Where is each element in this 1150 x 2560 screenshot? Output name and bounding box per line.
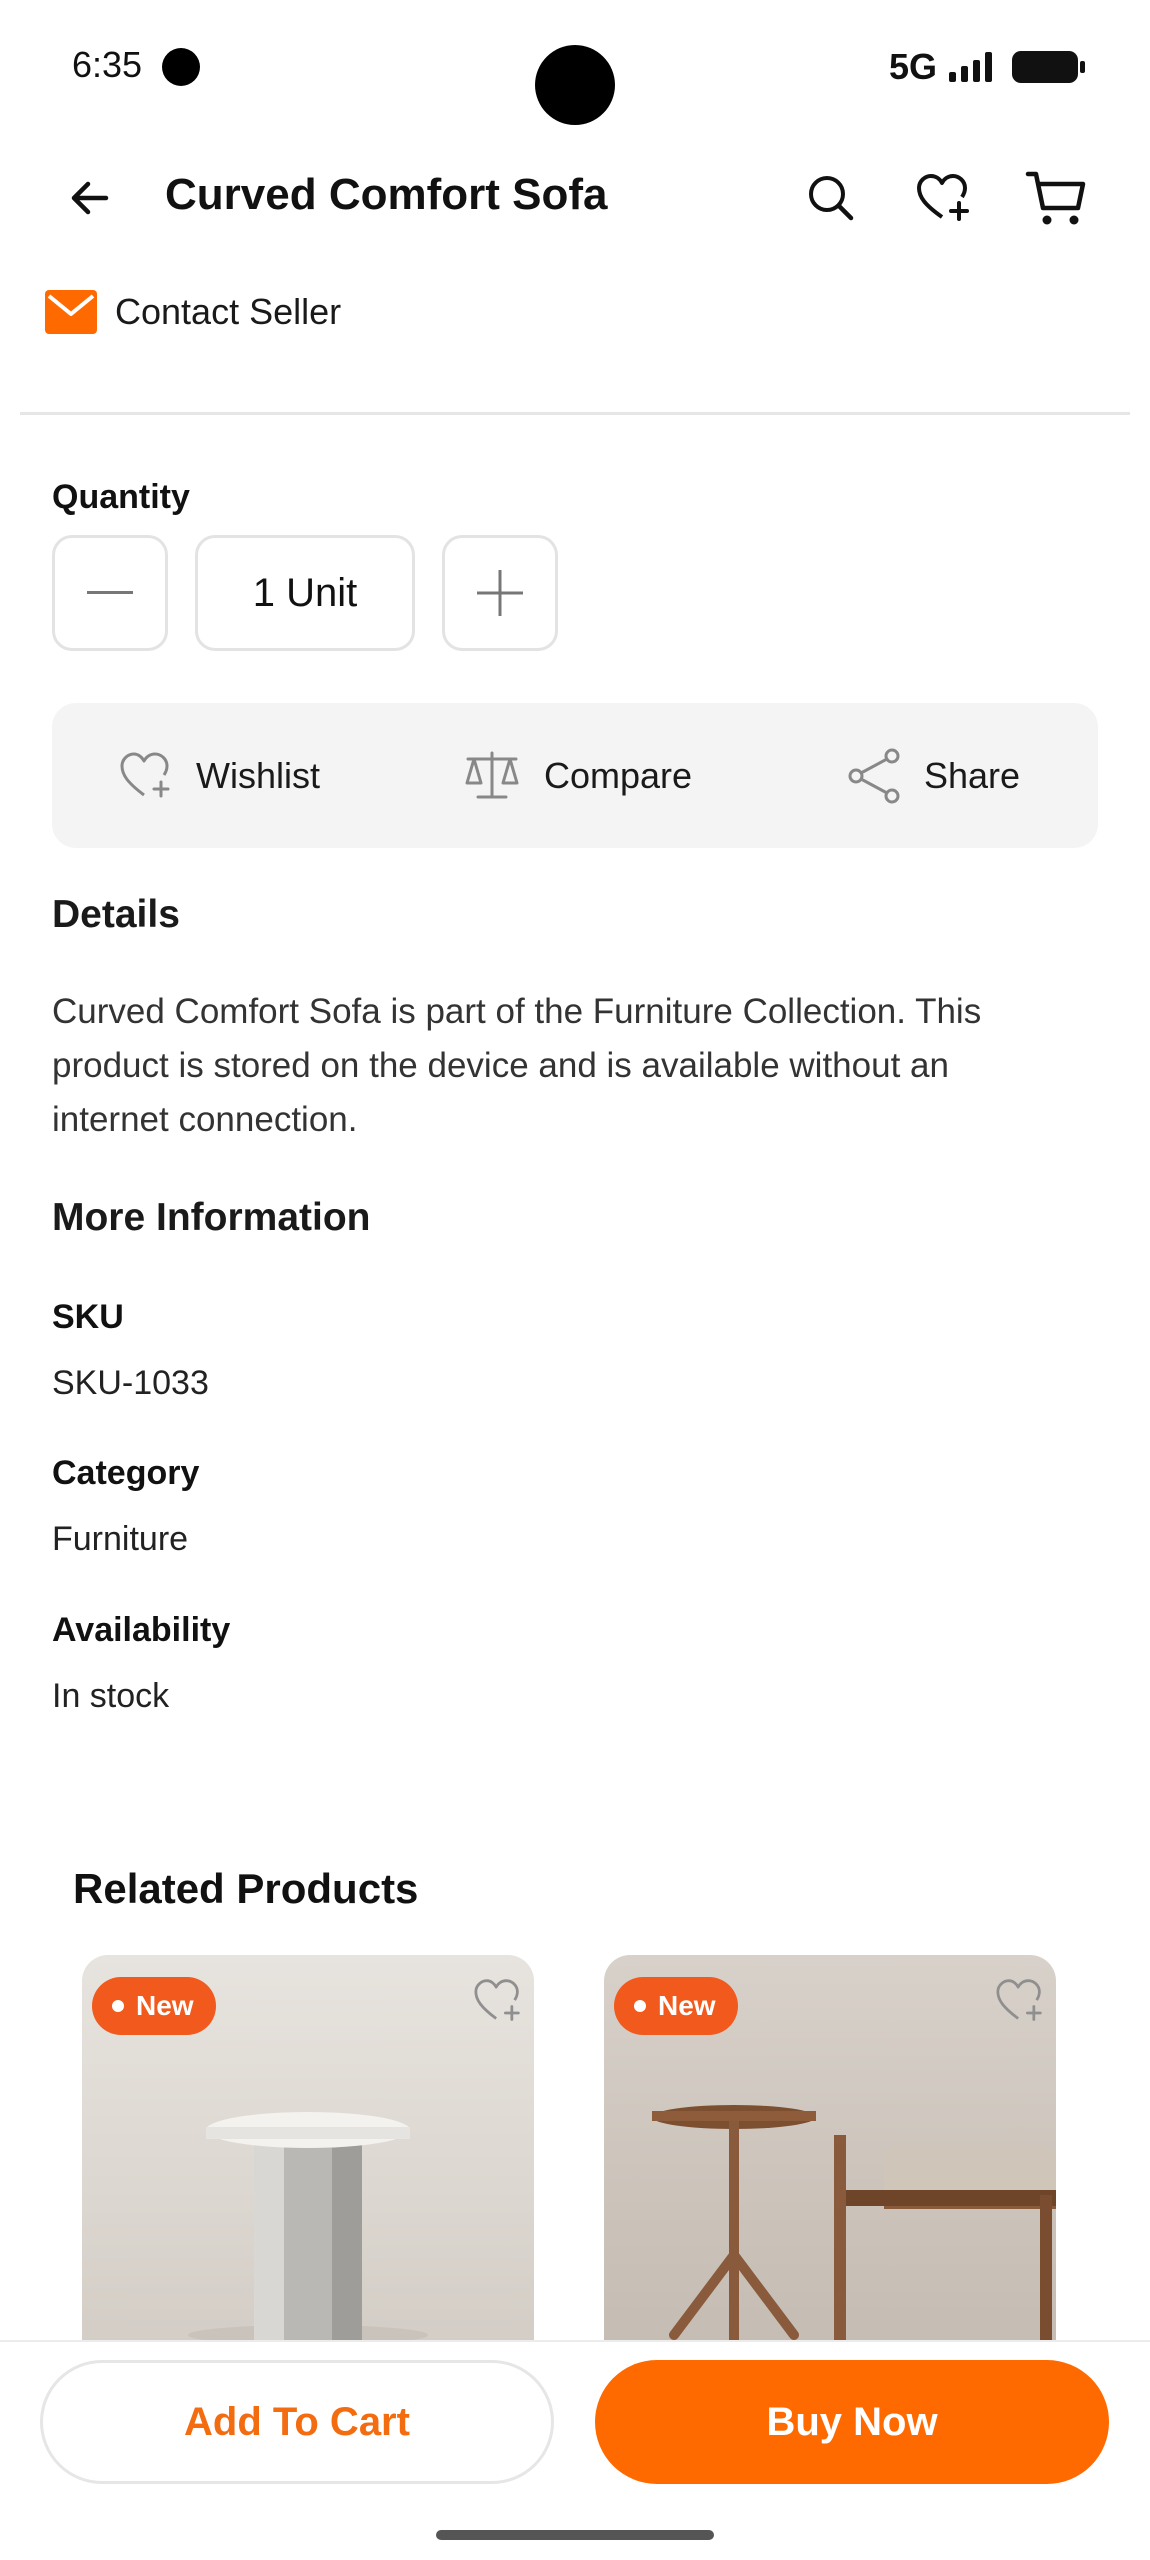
card-wishlist-button[interactable]: [990, 1971, 1050, 2031]
share-icon: [848, 748, 900, 803]
quantity-value: 1 Unit: [195, 535, 415, 651]
compare-button[interactable]: Compare: [462, 703, 692, 848]
details-line: internet connection.: [52, 1100, 358, 1139]
camera-cutout: [535, 45, 615, 125]
heart-plus-icon: [120, 752, 170, 797]
status-bar: 6:35 5G: [0, 0, 1150, 135]
category-label: Category: [52, 1454, 200, 1492]
badge-dot-icon: [634, 2000, 646, 2012]
cart-button[interactable]: [1020, 162, 1092, 234]
network-label: 5G: [888, 46, 937, 87]
sku-label: SKU: [52, 1298, 124, 1336]
new-badge: New: [92, 1977, 216, 2035]
quantity-label: Quantity: [52, 478, 190, 516]
contact-seller-link[interactable]: Contact Seller: [45, 290, 341, 334]
bottom-action-bar: Add To Cart Buy Now: [0, 2340, 1150, 2560]
new-badge: New: [614, 1977, 738, 2035]
wishlist-label: Wishlist: [196, 754, 320, 796]
share-label: Share: [924, 754, 1021, 796]
heart-plus-icon: [996, 1979, 1042, 2021]
badge-dot-icon: [112, 2000, 124, 2012]
related-product-card[interactable]: New: [82, 1955, 534, 2345]
app-bar: Curved Comfort Sofa: [0, 150, 1150, 245]
details-heading: Details: [52, 893, 180, 936]
badge-label: New: [136, 1990, 194, 2021]
heart-plus-icon: [474, 1979, 520, 2021]
scale-icon: [465, 751, 519, 798]
details-line: Curved Comfort Sofa is part of the Furni…: [52, 992, 982, 1031]
page-title: Curved Comfort Sofa: [165, 170, 608, 219]
availability-value: In stock: [52, 1677, 170, 1715]
wishlist-button[interactable]: Wishlist: [118, 703, 320, 848]
status-time: 6:35: [72, 44, 143, 85]
related-products-heading: Related Products: [73, 1865, 419, 1912]
search-button[interactable]: [795, 162, 867, 234]
arrow-left-icon: [71, 181, 109, 215]
divider: [20, 412, 1130, 415]
cart-icon: [1025, 171, 1086, 225]
details-description: Curved Comfort Sofa is part of the Furni…: [52, 985, 1082, 1147]
card-wishlist-button[interactable]: [468, 1971, 528, 2031]
quantity-increase-button[interactable]: [442, 535, 558, 651]
details-line: product is stored on the device and is a…: [52, 1046, 949, 1085]
heart-plus-icon: [917, 174, 969, 221]
contact-seller-label: Contact Seller: [115, 291, 342, 332]
product-actions: Wishlist Compare Share: [52, 703, 1098, 848]
plus-icon: [477, 570, 523, 616]
add-to-cart-button[interactable]: Add To Cart: [40, 2360, 554, 2484]
share-button[interactable]: Share: [846, 703, 1020, 848]
category-value: Furniture: [52, 1520, 189, 1558]
status-indicators: 5G: [888, 46, 1085, 88]
more-information-heading: More Information: [52, 1196, 371, 1239]
sku-value: SKU-1033: [52, 1364, 209, 1402]
back-button[interactable]: [60, 168, 120, 228]
quantity-decrease-button[interactable]: [52, 535, 168, 651]
availability-label: Availability: [52, 1611, 231, 1649]
related-product-card[interactable]: New: [604, 1955, 1056, 2345]
search-icon: [809, 176, 854, 221]
compare-label: Compare: [544, 754, 693, 796]
badge-label: New: [658, 1990, 716, 2021]
minus-icon: [87, 591, 133, 594]
home-indicator[interactable]: [436, 2530, 714, 2540]
battery-icon: [1012, 51, 1085, 83]
buy-now-button[interactable]: Buy Now: [595, 2360, 1109, 2484]
mail-icon: [45, 290, 97, 334]
wishlist-header-button[interactable]: [908, 162, 980, 234]
signal-icon: [949, 52, 992, 82]
notification-dot-icon: [162, 48, 200, 86]
